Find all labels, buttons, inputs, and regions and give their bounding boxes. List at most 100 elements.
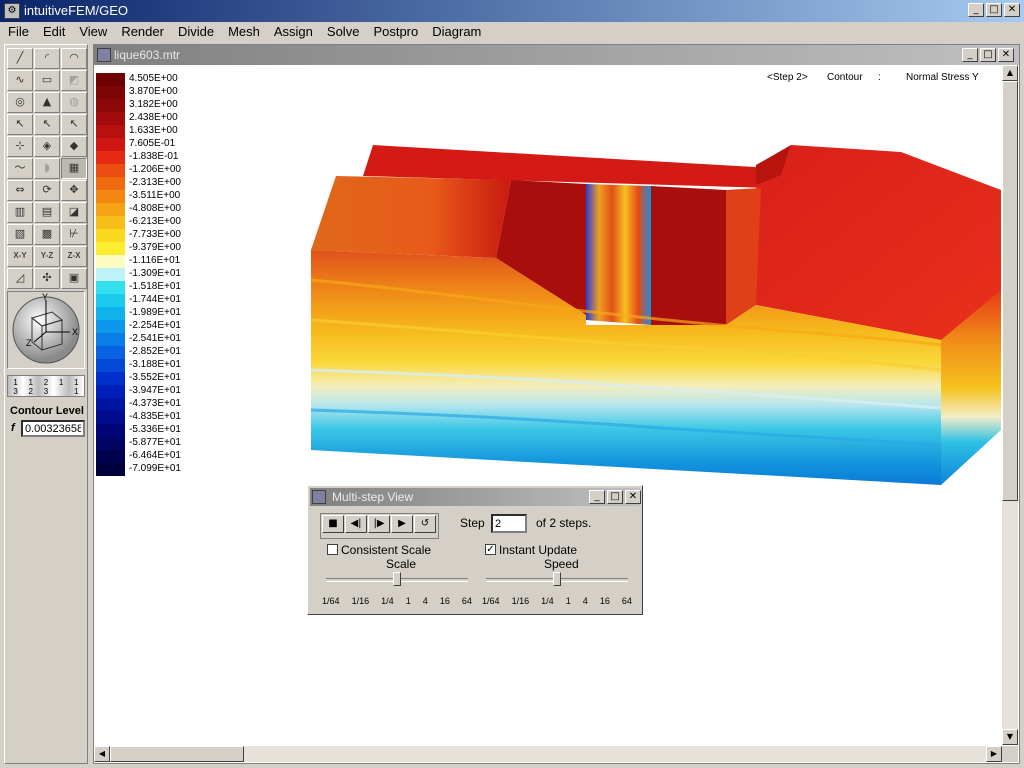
- menu-postpro[interactable]: Postpro: [365, 22, 424, 42]
- select-edge-tool-icon[interactable]: ↖: [61, 114, 87, 135]
- menu-view[interactable]: View: [71, 22, 113, 42]
- scale-slider-thumb[interactable]: [393, 572, 401, 586]
- maximize-icon[interactable]: □: [980, 48, 996, 62]
- fem-model-view[interactable]: [301, 140, 1001, 490]
- step-back-icon[interactable]: ◀|: [345, 515, 367, 533]
- move-tool-icon[interactable]: ⇔: [7, 180, 33, 201]
- legend-swatch: [96, 73, 125, 86]
- legend-entry: -7.099E+01: [96, 463, 196, 476]
- dialog-window-controls: _ □ ✕: [589, 490, 641, 504]
- sphere-tool-icon[interactable]: ◎: [7, 92, 33, 113]
- cube-view-tool-icon[interactable]: ◪: [61, 202, 87, 223]
- mesh-tool-icon[interactable]: ▩: [34, 224, 60, 245]
- multi-step-view-dialog: Multi-step View _ □ ✕ ■◀||▶▶↺ Step of 2 …: [307, 485, 643, 615]
- vertical-scroll-thumb[interactable]: [1002, 81, 1018, 501]
- dialog-icon: [312, 490, 326, 504]
- surface-tool-icon[interactable]: ◩: [61, 70, 87, 91]
- view-xy-icon[interactable]: X-Y: [7, 246, 33, 267]
- pick-face-tool-icon[interactable]: ◈: [34, 136, 60, 157]
- wire-box-tool-icon[interactable]: ▤: [34, 202, 60, 223]
- menu-edit[interactable]: Edit: [35, 22, 71, 42]
- dialog-title: Multi-step View: [332, 490, 414, 504]
- zoom-pan-tool-icon[interactable]: ✣: [34, 268, 60, 289]
- slider-tick-label: 1/16: [351, 596, 370, 606]
- line-tool-icon[interactable]: ╱: [7, 48, 33, 69]
- scroll-up-icon[interactable]: ▲: [1002, 65, 1018, 81]
- box-view-tool-icon[interactable]: ▥: [7, 202, 33, 223]
- menu-render[interactable]: Render: [113, 22, 170, 42]
- pan-tool-icon[interactable]: ✥: [61, 180, 87, 201]
- instant-update-checkbox[interactable]: ✓: [485, 544, 496, 555]
- dialog-title-bar[interactable]: Multi-step View _ □ ✕: [310, 488, 641, 506]
- torus-tool-icon[interactable]: ◍: [61, 92, 87, 113]
- document-icon[interactable]: [97, 48, 111, 62]
- legend-swatch: [96, 151, 125, 164]
- close-icon[interactable]: ✕: [625, 490, 641, 504]
- vertical-scrollbar[interactable]: ▲ ▼: [1002, 65, 1018, 745]
- horizontal-scroll-thumb[interactable]: [110, 746, 244, 762]
- instant-update-label: Instant Update: [499, 543, 578, 557]
- rotate-tool-icon[interactable]: ⟳: [34, 180, 60, 201]
- maximize-icon[interactable]: □: [986, 3, 1002, 17]
- consistent-scale-checkbox[interactable]: [327, 544, 338, 555]
- loop-icon[interactable]: ↺: [414, 515, 436, 533]
- scale-ruler[interactable]: 1 3 1 2 2 3 1 1 1: [7, 375, 85, 397]
- select-add-tool-icon[interactable]: ↖: [34, 114, 60, 135]
- scroll-down-icon[interactable]: ▼: [1002, 729, 1018, 745]
- menu-assign[interactable]: Assign: [266, 22, 319, 42]
- orbit-sphere-icon[interactable]: Y X Z: [8, 292, 84, 368]
- close-icon[interactable]: ✕: [1004, 3, 1020, 17]
- legend-swatch: [96, 86, 125, 99]
- scale-slider[interactable]: [326, 572, 468, 592]
- menu-divide[interactable]: Divide: [170, 22, 220, 42]
- minimize-icon[interactable]: _: [589, 490, 605, 504]
- sweep-tool-icon[interactable]: ◗: [34, 158, 60, 179]
- view-yz-icon[interactable]: Y-Z: [34, 246, 60, 267]
- legend-swatch: [96, 424, 125, 437]
- rectangle-tool-icon[interactable]: ▭: [34, 70, 60, 91]
- contour-tool-icon[interactable]: ▦: [61, 158, 87, 179]
- view-zx-icon[interactable]: Z-X: [61, 246, 87, 267]
- layer-tool-icon[interactable]: ▧: [7, 224, 33, 245]
- legend-swatch: [96, 372, 125, 385]
- play-icon[interactable]: ▶: [391, 515, 413, 533]
- arc-tool-icon[interactable]: ◜: [34, 48, 60, 69]
- speed-slider-thumb[interactable]: [553, 572, 561, 586]
- minimize-icon[interactable]: _: [962, 48, 978, 62]
- zoom-fit-tool-icon[interactable]: ◿: [7, 268, 33, 289]
- cone-tool-icon[interactable]: ▲: [34, 92, 60, 113]
- minimize-icon[interactable]: _: [968, 3, 984, 17]
- speed-slider[interactable]: [486, 572, 628, 592]
- document-window: lique603.mtr _ □ ✕ 4.505E+00 3.870E+00 3.1…: [93, 44, 1020, 764]
- model-middle-slope: [726, 188, 761, 325]
- curve-tool-icon[interactable]: 〜: [7, 158, 33, 179]
- maximize-icon[interactable]: □: [607, 490, 623, 504]
- circle-arc-tool-icon[interactable]: ◠: [61, 48, 87, 69]
- close-icon[interactable]: ✕: [998, 48, 1014, 62]
- menu-diagram[interactable]: Diagram: [424, 22, 487, 42]
- menu-solve[interactable]: Solve: [319, 22, 366, 42]
- menu-file[interactable]: File: [0, 22, 35, 42]
- stop-icon[interactable]: ■: [322, 515, 344, 533]
- step-input[interactable]: [491, 514, 527, 533]
- pick-node-tool-icon[interactable]: ⊹: [7, 136, 33, 157]
- app-icon[interactable]: ⚙: [4, 3, 20, 19]
- legend-entry: -1.838E-01: [96, 151, 196, 164]
- select-tool-icon[interactable]: ↖: [7, 114, 33, 135]
- contour-level-input[interactable]: [21, 420, 85, 437]
- legend-swatch: [96, 203, 125, 216]
- graph-tool-icon[interactable]: ⊬: [61, 224, 87, 245]
- app-title-bar: ⚙ intuitiveFEM/GEO _ □ ✕: [0, 0, 1024, 22]
- legend-entry: -2.313E+00: [96, 177, 196, 190]
- menu-mesh[interactable]: Mesh: [220, 22, 266, 42]
- orbit-view-control[interactable]: Y X Z: [7, 291, 85, 369]
- scroll-left-icon[interactable]: ◀: [94, 746, 110, 762]
- point-tool-icon[interactable]: ▣: [61, 268, 87, 289]
- scroll-right-icon[interactable]: ▶: [986, 746, 1002, 762]
- resize-grip-icon[interactable]: [1002, 746, 1018, 762]
- step-forward-icon[interactable]: |▶: [368, 515, 390, 533]
- scale-label: Scale: [386, 557, 417, 571]
- horizontal-scrollbar[interactable]: ◀ ▶: [94, 746, 1002, 762]
- pick-solid-tool-icon[interactable]: ◆: [61, 136, 87, 157]
- spline-tool-icon[interactable]: ∿: [7, 70, 33, 91]
